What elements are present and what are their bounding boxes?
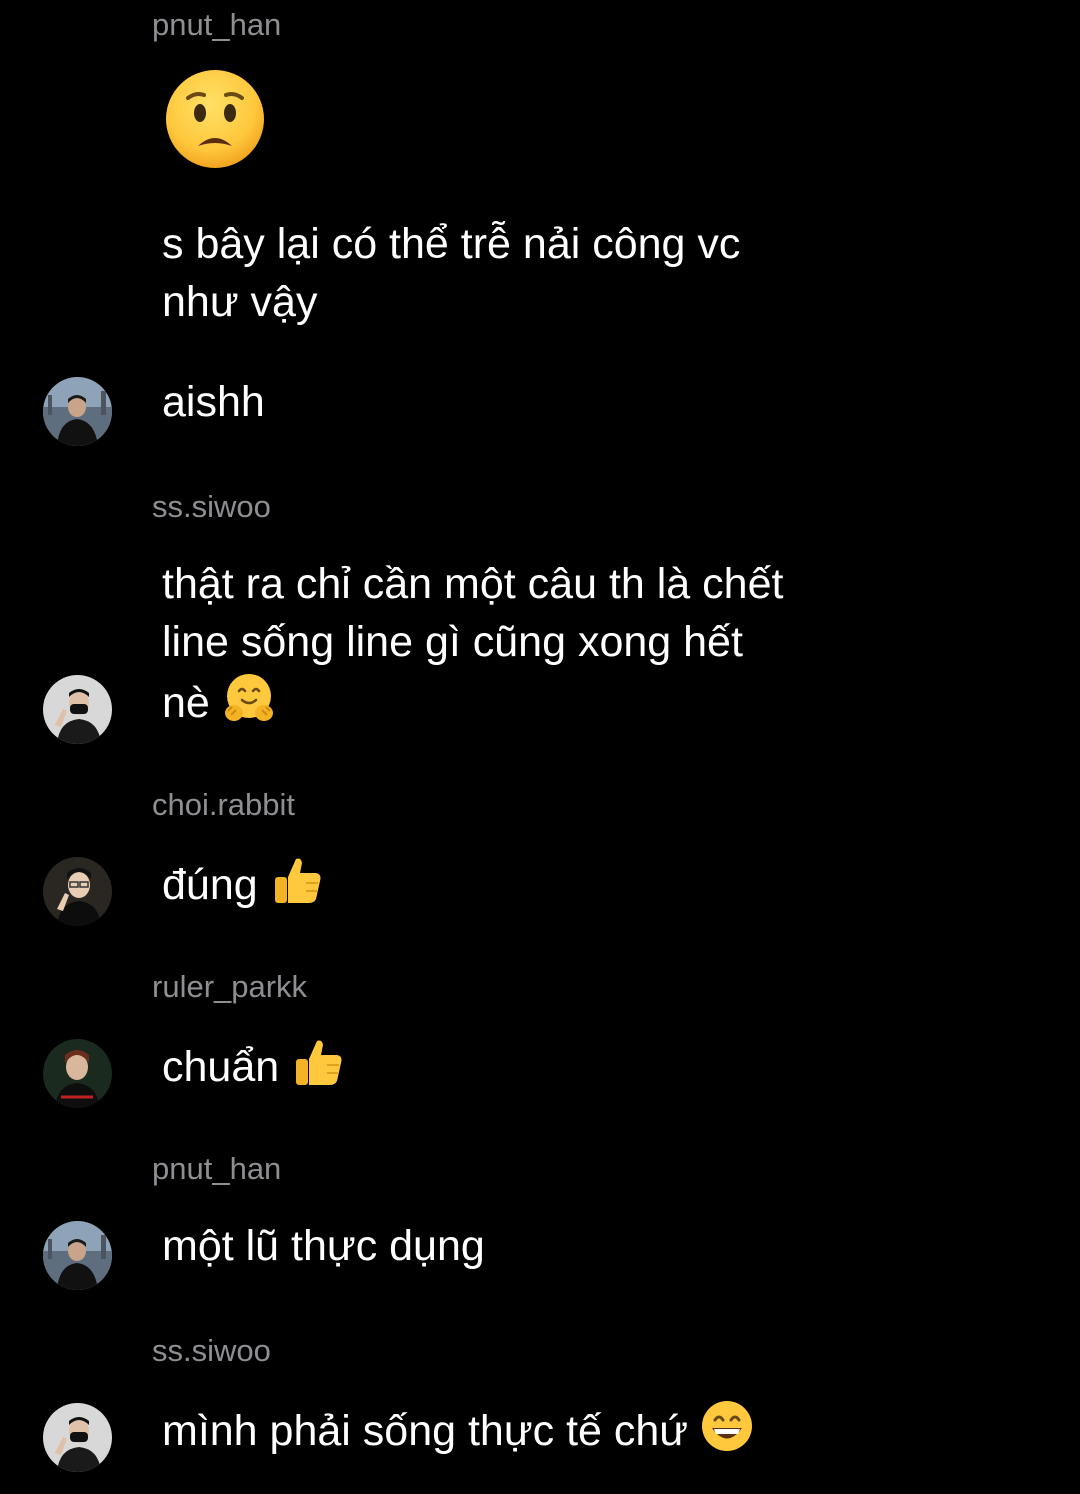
message-bubble[interactable]: đúng <box>162 853 324 914</box>
anguished-face-emoji-icon <box>164 68 266 170</box>
sender-name[interactable]: ss.siwoo <box>152 1331 271 1371</box>
grinning-face-icon <box>700 1399 754 1453</box>
message-text: đúng <box>162 861 258 909</box>
message-bubble[interactable]: mình phải sống thực tế chứ <box>162 1399 754 1460</box>
message-bubble[interactable]: thật ra chỉ cần một câu th là chết line … <box>162 555 783 732</box>
sender-name[interactable]: pnut_han <box>152 1149 281 1189</box>
avatar[interactable] <box>43 1403 112 1472</box>
message-text: chuẩn <box>162 1043 280 1091</box>
thumbs-up-icon <box>270 853 324 907</box>
hugging-face-icon <box>222 671 276 725</box>
message-text: thật ra chỉ cần một câu th là chết <box>162 560 784 608</box>
message-bubble[interactable]: s bây lại có thể trễ nải công vc như vậy <box>162 215 740 331</box>
message-bubble[interactable]: một lũ thực dụng <box>162 1217 485 1275</box>
message-text: s bây lại có thể trễ nải công vc <box>162 220 741 268</box>
message-text: một lũ thực dụng <box>162 1222 485 1270</box>
message-text: nè <box>162 679 210 727</box>
avatar[interactable] <box>43 1221 112 1290</box>
message-bubble[interactable]: chuẩn <box>162 1035 345 1096</box>
avatar[interactable] <box>43 857 112 926</box>
message-text: line sống line gì cũng xong hết <box>162 618 743 666</box>
thumbs-up-icon <box>291 1035 345 1089</box>
sender-name[interactable]: ruler_parkk <box>152 967 307 1007</box>
message-text: mình phải sống thực tế chứ <box>162 1407 689 1455</box>
sender-name[interactable]: pnut_han <box>152 5 281 45</box>
avatar[interactable] <box>43 377 112 446</box>
message-bubble[interactable]: aishh <box>162 373 265 431</box>
avatar[interactable] <box>43 675 112 744</box>
message-text: aishh <box>162 378 265 426</box>
sender-name[interactable]: choi.rabbit <box>152 785 295 825</box>
sender-name[interactable]: ss.siwoo <box>152 487 271 527</box>
avatar[interactable] <box>43 1039 112 1108</box>
message-text: như vậy <box>162 278 318 326</box>
